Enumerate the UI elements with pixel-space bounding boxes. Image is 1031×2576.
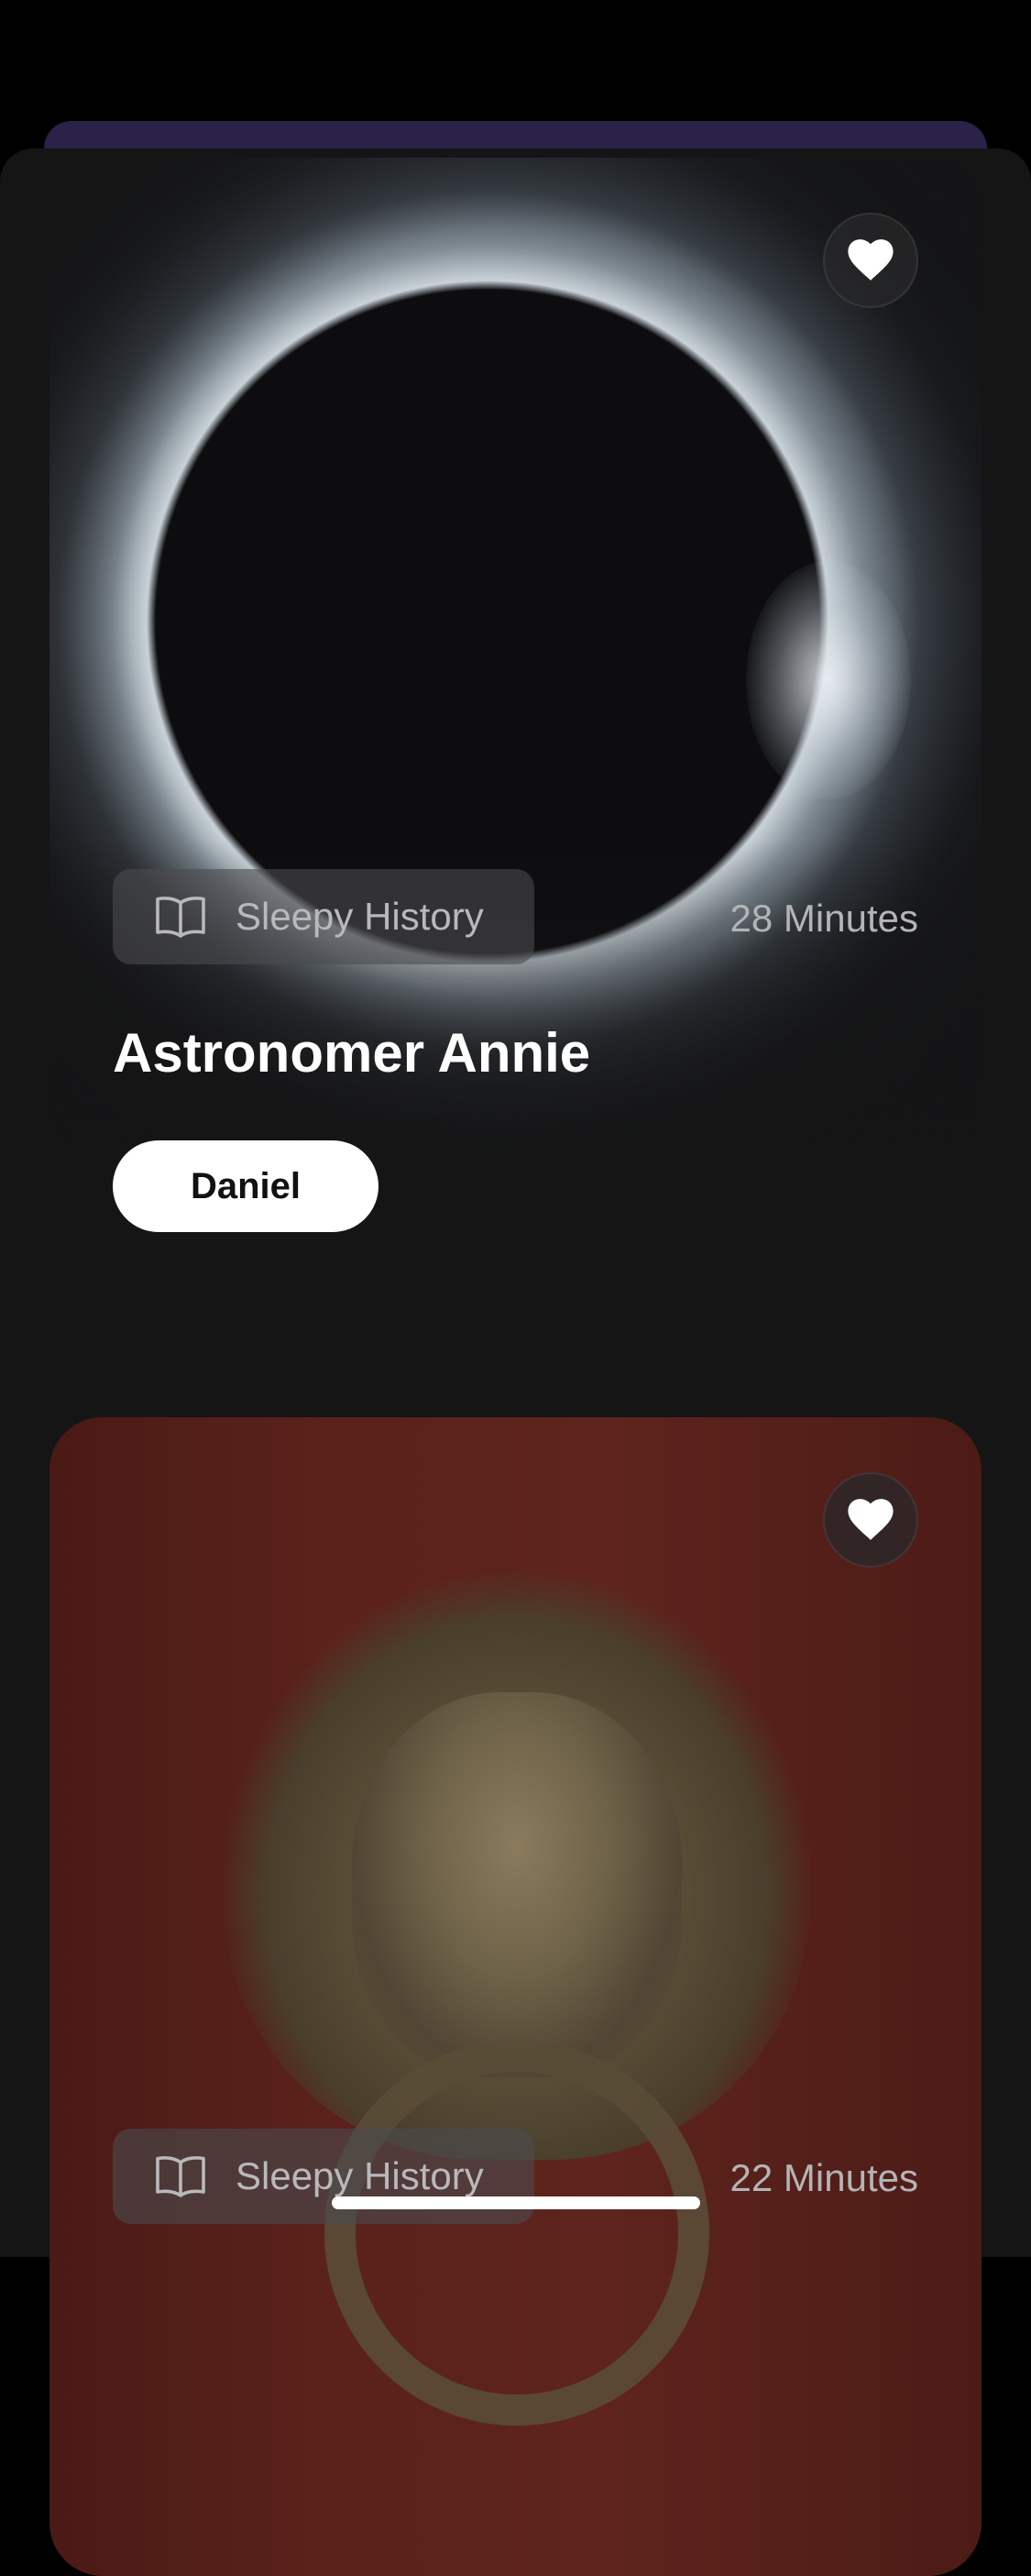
- eclipse-image: [746, 561, 911, 799]
- lion-face-detail: [352, 1692, 682, 2077]
- category-chip[interactable]: Sleepy History: [113, 2129, 534, 2224]
- favorite-button[interactable]: [823, 213, 918, 308]
- duration-label: 22 Minutes: [729, 2156, 918, 2199]
- status-bar-area: [0, 0, 1031, 124]
- duration-label: 28 Minutes: [729, 897, 918, 940]
- category-label: Sleepy History: [236, 2154, 484, 2197]
- book-open-icon: [155, 896, 206, 938]
- book-open-icon: [155, 2155, 206, 2197]
- home-indicator[interactable]: [332, 2196, 700, 2209]
- door-knocker-ring: [324, 2041, 709, 2426]
- heart-icon: [848, 1499, 894, 1540]
- narrator-button[interactable]: Daniel: [113, 1140, 378, 1232]
- heart-icon: [848, 239, 894, 281]
- favorite-button[interactable]: [823, 1472, 918, 1568]
- category-label: Sleepy History: [236, 895, 484, 938]
- story-title: Astronomer Annie: [113, 1022, 591, 1084]
- story-card[interactable]: Sleepy History 28 Minutes Astronomer Ann…: [49, 158, 982, 1317]
- category-chip[interactable]: Sleepy History: [113, 869, 534, 964]
- story-card[interactable]: Sleepy History 22 Minutes: [49, 1417, 982, 2576]
